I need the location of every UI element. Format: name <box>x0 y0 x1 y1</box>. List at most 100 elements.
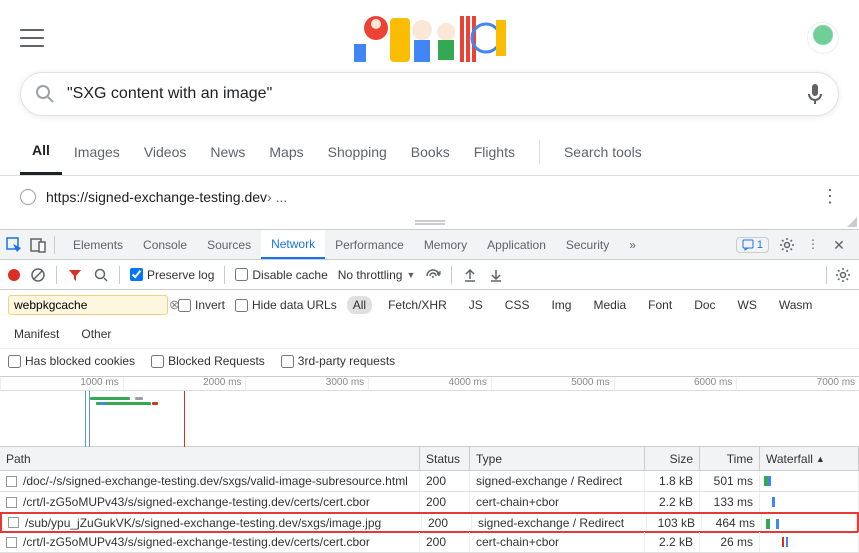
table-row[interactable]: /crt/l-zG5oMUPv43/s/signed-exchange-test… <box>0 532 859 553</box>
row-type: cert-chain+cbor <box>470 492 645 512</box>
type-ws[interactable]: WS <box>732 296 763 314</box>
ov-tick: 6000 ms <box>614 377 737 390</box>
clear-icon[interactable] <box>30 267 46 283</box>
devtools-drag-handle[interactable] <box>0 217 859 229</box>
device-icon[interactable] <box>30 237 46 253</box>
tab-flights[interactable]: Flights <box>462 130 527 174</box>
search-tools[interactable]: Search tools <box>552 130 654 174</box>
row-checkbox-icon <box>6 537 17 548</box>
tab-news[interactable]: News <box>198 130 257 174</box>
tab-images[interactable]: Images <box>62 130 132 174</box>
tab-books[interactable]: Books <box>399 130 462 174</box>
tab-videos[interactable]: Videos <box>132 130 199 174</box>
settings-icon[interactable] <box>779 237 795 253</box>
filter-icon[interactable] <box>67 267 83 283</box>
panel-elements[interactable]: Elements <box>63 230 133 259</box>
third-party-checkbox[interactable]: 3rd-party requests <box>281 354 395 368</box>
type-fetch[interactable]: Fetch/XHR <box>382 296 453 314</box>
network-overview[interactable]: 1000 ms 2000 ms 3000 ms 4000 ms 5000 ms … <box>0 377 859 447</box>
panel-network[interactable]: Network <box>261 230 325 259</box>
panel-console[interactable]: Console <box>133 230 197 259</box>
network-conditions-icon[interactable] <box>425 267 441 283</box>
search-header: All Images Videos News Maps Shopping Boo… <box>0 0 859 176</box>
type-other[interactable]: Other <box>75 325 117 343</box>
col-path[interactable]: Path <box>0 447 420 470</box>
menu-icon[interactable] <box>20 29 44 47</box>
row-waterfall <box>762 514 857 531</box>
tab-all[interactable]: All <box>20 128 62 175</box>
network-settings-icon[interactable] <box>835 267 851 283</box>
row-type: signed-exchange / Redirect <box>472 514 647 531</box>
row-size: 103 kB <box>647 514 702 531</box>
type-media[interactable]: Media <box>587 296 632 314</box>
type-all[interactable]: All <box>347 296 372 314</box>
type-js[interactable]: JS <box>463 296 489 314</box>
google-doodle[interactable] <box>350 10 510 66</box>
inspect-icon[interactable] <box>6 237 22 253</box>
col-time[interactable]: Time <box>700 447 760 470</box>
row-path: /sub/ypu_jZuGukVK/s/signed-exchange-test… <box>25 516 381 530</box>
invert-checkbox[interactable]: Invert <box>178 298 225 312</box>
devtools: Elements Console Sources Network Perform… <box>0 229 859 553</box>
search-input[interactable] <box>67 85 806 103</box>
panel-application[interactable]: Application <box>477 230 556 259</box>
ov-tick: 3000 ms <box>245 377 368 390</box>
row-time: 26 ms <box>700 532 760 552</box>
panel-more[interactable]: » <box>619 230 646 259</box>
row-status: 200 <box>420 492 470 512</box>
type-doc[interactable]: Doc <box>688 296 721 314</box>
search-box[interactable] <box>20 72 839 116</box>
row-time: 133 ms <box>700 492 760 512</box>
filter-input[interactable] <box>14 298 169 312</box>
disable-cache[interactable]: Disable cache <box>235 268 327 282</box>
devtools-tabs: Elements Console Sources Network Perform… <box>0 230 859 260</box>
hide-urls-checkbox[interactable]: Hide data URLs <box>235 298 337 312</box>
col-waterfall[interactable]: Waterfall▲ <box>760 447 859 470</box>
ov-tick: 4000 ms <box>368 377 491 390</box>
throttling-select[interactable]: No throttling▼ <box>338 268 416 282</box>
result-more-icon[interactable]: ⋮ <box>821 186 839 207</box>
tab-maps[interactable]: Maps <box>257 130 315 174</box>
panel-sources[interactable]: Sources <box>197 230 261 259</box>
preserve-log[interactable]: Preserve log <box>130 268 214 282</box>
type-img[interactable]: Img <box>545 296 577 314</box>
blocked-requests-checkbox[interactable]: Blocked Requests <box>151 354 265 368</box>
table-row[interactable]: /crt/l-zG5oMUPv43/s/signed-exchange-test… <box>0 492 859 513</box>
col-size[interactable]: Size <box>645 447 700 470</box>
upload-icon[interactable] <box>462 267 478 283</box>
type-wasm[interactable]: Wasm <box>773 296 819 314</box>
panel-memory[interactable]: Memory <box>414 230 477 259</box>
ov-tick: 7000 ms <box>736 377 859 390</box>
type-font[interactable]: Font <box>642 296 678 314</box>
issues-chip[interactable]: 1 <box>736 237 769 253</box>
panel-performance[interactable]: Performance <box>325 230 414 259</box>
issues-count: 1 <box>757 239 763 251</box>
mic-icon[interactable] <box>806 82 824 106</box>
row-type: cert-chain+cbor <box>470 532 645 552</box>
user-avatar[interactable] <box>807 22 839 54</box>
search-filter-icon[interactable] <box>93 267 109 283</box>
row-checkbox-icon <box>6 476 17 487</box>
filter-row-2: Has blocked cookies Blocked Requests 3rd… <box>0 349 859 377</box>
type-css[interactable]: CSS <box>499 296 536 314</box>
result-crumb: › ... <box>267 189 287 205</box>
row-waterfall <box>760 492 859 512</box>
network-table: Path Status Type Size Time Waterfall▲ /d… <box>0 447 859 553</box>
row-checkbox-icon <box>6 497 17 508</box>
more-icon[interactable]: ⋮ <box>805 237 821 253</box>
panel-security[interactable]: Security <box>556 230 619 259</box>
table-row[interactable]: /sub/ypu_jZuGukVK/s/signed-exchange-test… <box>0 512 859 533</box>
col-status[interactable]: Status <box>420 447 470 470</box>
col-type[interactable]: Type <box>470 447 645 470</box>
record-button[interactable] <box>8 269 20 281</box>
search-icon <box>35 84 55 104</box>
close-icon[interactable]: ✕ <box>831 237 847 253</box>
row-path: /doc/-/s/signed-exchange-testing.dev/sxg… <box>23 474 408 488</box>
table-row[interactable]: /doc/-/s/signed-exchange-testing.dev/sxg… <box>0 471 859 492</box>
download-icon[interactable] <box>488 267 504 283</box>
tab-shopping[interactable]: Shopping <box>316 130 399 174</box>
search-result[interactable]: https://signed-exchange-testing.dev › ..… <box>0 176 859 217</box>
type-manifest[interactable]: Manifest <box>8 325 65 343</box>
row-checkbox-icon <box>8 517 19 528</box>
blocked-cookies-checkbox[interactable]: Has blocked cookies <box>8 354 135 368</box>
